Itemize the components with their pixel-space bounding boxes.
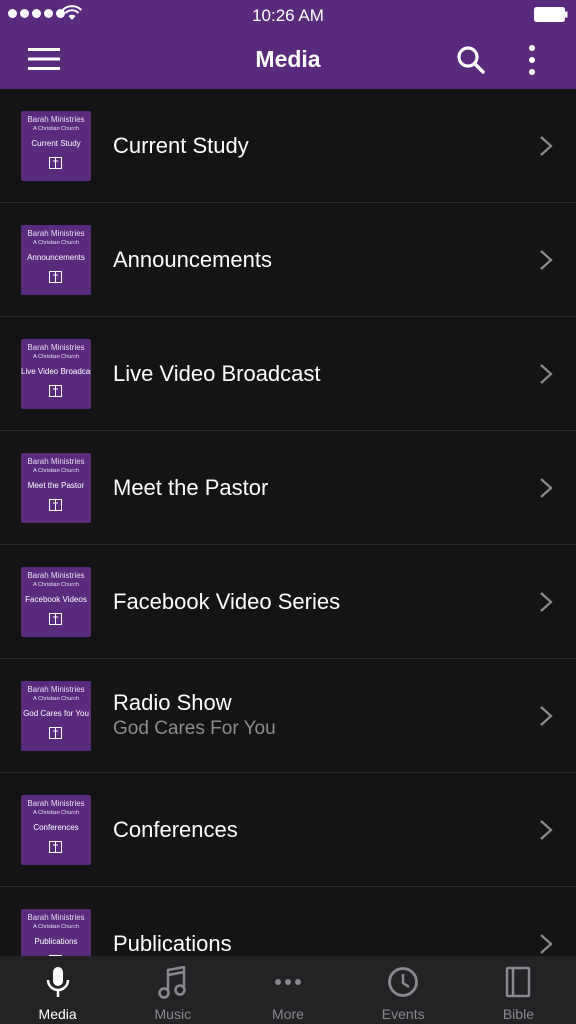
list-item[interactable]: Barah Ministries A Christian Church Meet… [0, 431, 576, 545]
tab-label: Music [154, 1006, 192, 1022]
bible-logo-icon [49, 727, 62, 739]
thumbnail-church-name: A Christian Church [33, 126, 79, 132]
tab-bible[interactable]: Bible [461, 956, 576, 1024]
thumbnail-caption: God Cares for You [23, 709, 89, 718]
item-title: Announcements [113, 247, 272, 272]
bible-logo-icon [49, 157, 62, 169]
tab-bar: Media Music More Events Bible [0, 956, 576, 1024]
tab-media[interactable]: Media [0, 956, 115, 1024]
thumbnail-ministry-name: Barah Ministries [27, 115, 85, 124]
thumbnail-church-name: A Christian Church [33, 582, 79, 588]
thumbnail-caption: Announcements [27, 253, 85, 262]
item-thumbnail: Barah Ministries A Christian Church Meet… [21, 453, 91, 523]
bible-logo-icon [49, 613, 62, 625]
chevron-right-icon [540, 250, 553, 270]
tab-label: More [272, 1006, 304, 1022]
thumbnail-church-name: A Christian Church [33, 468, 79, 474]
tab-events[interactable]: Events [346, 956, 461, 1024]
status-time: 10:26 AM [252, 6, 324, 25]
thumbnail-caption: Current Study [31, 139, 81, 148]
thumbnail-caption: Live Video Broadcast [21, 367, 91, 376]
thumbnail-church-name: A Christian Church [33, 696, 79, 702]
media-list: Barah Ministries A Christian Church Curr… [0, 89, 576, 956]
item-title: Live Video Broadcast [113, 361, 321, 386]
bible-logo-icon [49, 385, 62, 397]
chevron-right-icon [540, 592, 553, 612]
music-note-icon [158, 966, 186, 999]
microphone-icon [46, 967, 69, 997]
thumbnail-church-name: A Christian Church [33, 240, 79, 246]
battery-icon [534, 7, 568, 22]
item-thumbnail: Barah Ministries A Christian Church Face… [21, 567, 91, 637]
thumbnail-church-name: A Christian Church [33, 810, 79, 816]
chevron-right-icon [540, 706, 553, 726]
page-title: Media [255, 46, 321, 72]
item-thumbnail: Barah Ministries A Christian Church Live… [21, 339, 91, 409]
book-icon [506, 966, 531, 998]
bible-logo-icon [49, 499, 62, 511]
more-options-icon[interactable] [522, 43, 542, 77]
chevron-right-icon [540, 820, 553, 840]
thumbnail-caption: Publications [34, 937, 78, 946]
item-thumbnail: Barah Ministries A Christian Church Conf… [21, 795, 91, 865]
chevron-right-icon [540, 478, 553, 498]
list-item[interactable]: Barah Ministries A Christian Church Curr… [0, 89, 576, 203]
tab-more[interactable]: More [230, 956, 345, 1024]
chevron-right-icon [540, 934, 553, 954]
list-item[interactable]: Barah Ministries A Christian Church Anno… [0, 203, 576, 317]
list-item[interactable]: Barah Ministries A Christian Church Face… [0, 545, 576, 659]
item-title: Facebook Video Series [113, 589, 341, 614]
thumbnail-church-name: A Christian Church [33, 924, 79, 930]
thumbnail-caption: Facebook Videos [25, 595, 87, 604]
list-item[interactable]: Barah Ministries A Christian Church Live… [0, 317, 576, 431]
chevron-right-icon [540, 364, 553, 384]
thumbnail-ministry-name: Barah Ministries [27, 229, 85, 238]
chevron-right-icon [540, 136, 553, 156]
clock-icon [388, 967, 419, 997]
thumbnail-church-name: A Christian Church [33, 354, 79, 360]
item-title: Meet the Pastor [113, 475, 269, 500]
tab-label: Media [38, 1006, 77, 1022]
thumbnail-ministry-name: Barah Ministries [27, 685, 85, 694]
item-thumbnail: Barah Ministries A Christian Church Publ… [21, 909, 91, 956]
tab-label: Bible [502, 1006, 534, 1022]
item-title: Publications [113, 931, 232, 956]
thumbnail-caption: Conferences [33, 823, 79, 832]
list-item[interactable]: Barah Ministries A Christian Church Publ… [0, 887, 576, 956]
tab-music[interactable]: Music [115, 956, 230, 1024]
item-title: Conferences [113, 817, 238, 842]
bible-logo-icon [49, 841, 62, 853]
search-icon[interactable] [456, 45, 486, 75]
bible-logo-icon [49, 271, 62, 283]
item-title: Current Study [113, 133, 249, 158]
item-title: Radio Show [113, 690, 232, 715]
thumbnail-ministry-name: Barah Ministries [27, 571, 85, 580]
item-subtitle: God Cares For You [113, 718, 276, 739]
item-thumbnail: Barah Ministries A Christian Church God … [21, 681, 91, 751]
thumbnail-ministry-name: Barah Ministries [27, 343, 85, 352]
item-thumbnail: Barah Ministries A Christian Church Curr… [21, 111, 91, 181]
item-thumbnail: Barah Ministries A Christian Church Anno… [21, 225, 91, 295]
nav-bar: Media [0, 30, 576, 89]
tab-label: Events [381, 1006, 425, 1022]
thumbnail-ministry-name: Barah Ministries [27, 799, 85, 808]
thumbnail-ministry-name: Barah Ministries [27, 457, 85, 466]
list-item[interactable]: Barah Ministries A Christian Church Conf… [0, 773, 576, 887]
thumbnail-ministry-name: Barah Ministries [27, 913, 85, 922]
list-item[interactable]: Barah Ministries A Christian Church God … [0, 659, 576, 773]
thumbnail-caption: Meet the Pastor [27, 481, 85, 490]
more-dots-icon [275, 979, 301, 985]
status-bar: 10:26 AM [0, 0, 576, 30]
